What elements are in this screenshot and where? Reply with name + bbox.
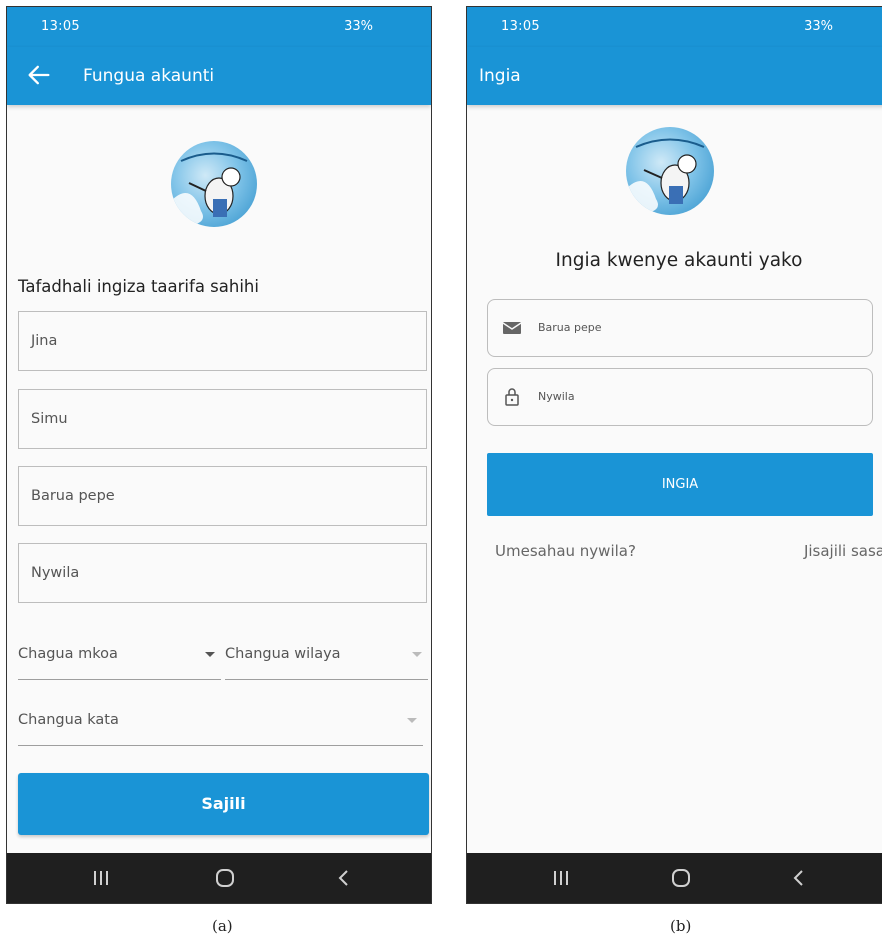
name-field[interactable]: Jina [18, 311, 427, 371]
mail-icon [502, 322, 522, 334]
email-field[interactable]: Barua pepe [487, 299, 873, 357]
password-field-placeholder: Nywila [538, 390, 575, 403]
app-logo [171, 141, 257, 227]
login-button[interactable]: INGIA [487, 453, 873, 516]
forgot-password-link[interactable]: Umesahau nywila? [495, 542, 636, 560]
home-icon[interactable] [213, 867, 237, 889]
nav-back-icon[interactable] [332, 867, 356, 889]
chevron-down-icon [407, 718, 417, 723]
nav-back-icon[interactable] [787, 867, 811, 889]
status-time: 13:05 [501, 19, 540, 34]
page-title: Ingia [479, 66, 521, 86]
password-field[interactable]: Nywila [18, 543, 427, 603]
region-dropdown[interactable]: Chagua mkoa [18, 634, 221, 680]
email-field-placeholder: Barua pepe [31, 488, 115, 504]
name-field-placeholder: Jina [31, 333, 58, 349]
form-subtitle: Tafadhali ingiza taarifa sahihi [18, 277, 259, 296]
status-battery: 33% [344, 19, 373, 34]
app-bar: Fungua akaunti [7, 47, 431, 105]
email-field[interactable]: Barua pepe [18, 466, 427, 526]
district-dropdown[interactable]: Changua wilaya [225, 634, 428, 680]
status-time: 13:05 [41, 19, 80, 34]
chevron-down-icon [205, 652, 215, 657]
register-button[interactable]: Sajili [18, 773, 429, 835]
district-dropdown-label: Changua wilaya [225, 646, 341, 662]
recents-icon[interactable] [549, 867, 573, 889]
password-field[interactable]: Nywila [487, 368, 873, 426]
caption-b: (b) [670, 917, 692, 935]
phone-screen-register: 13:05 33% Fungua akaunti Tafadhali ingiz… [6, 6, 432, 904]
caption-a: (a) [212, 917, 233, 935]
region-dropdown-label: Chagua mkoa [18, 646, 118, 662]
lock-icon [505, 388, 519, 406]
chevron-down-icon [412, 652, 422, 657]
ward-dropdown-label: Changua kata [18, 712, 119, 728]
status-bar: 13:05 33% [467, 7, 882, 47]
system-nav-bar [467, 853, 882, 903]
page-title: Fungua akaunti [83, 66, 215, 86]
register-now-link[interactable]: Jisajili sasa [804, 542, 882, 560]
phone-field-placeholder: Simu [31, 411, 68, 427]
status-bar: 13:05 33% [7, 7, 431, 47]
email-field-placeholder: Barua pepe [538, 321, 602, 334]
recents-icon[interactable] [89, 867, 113, 889]
back-arrow-icon[interactable] [25, 61, 53, 89]
app-logo [626, 127, 714, 215]
app-bar: Ingia [467, 47, 882, 105]
login-subtitle: Ingia kwenye akaunti yako [555, 250, 803, 271]
home-icon[interactable] [669, 867, 693, 889]
phone-field[interactable]: Simu [18, 389, 427, 449]
system-nav-bar [7, 853, 431, 903]
status-battery: 33% [804, 19, 833, 34]
password-field-placeholder: Nywila [31, 565, 80, 581]
phone-screen-login: 13:05 33% Ingia Ingia kwenye akaunti yak… [466, 6, 882, 904]
ward-dropdown[interactable]: Changua kata [18, 700, 423, 746]
